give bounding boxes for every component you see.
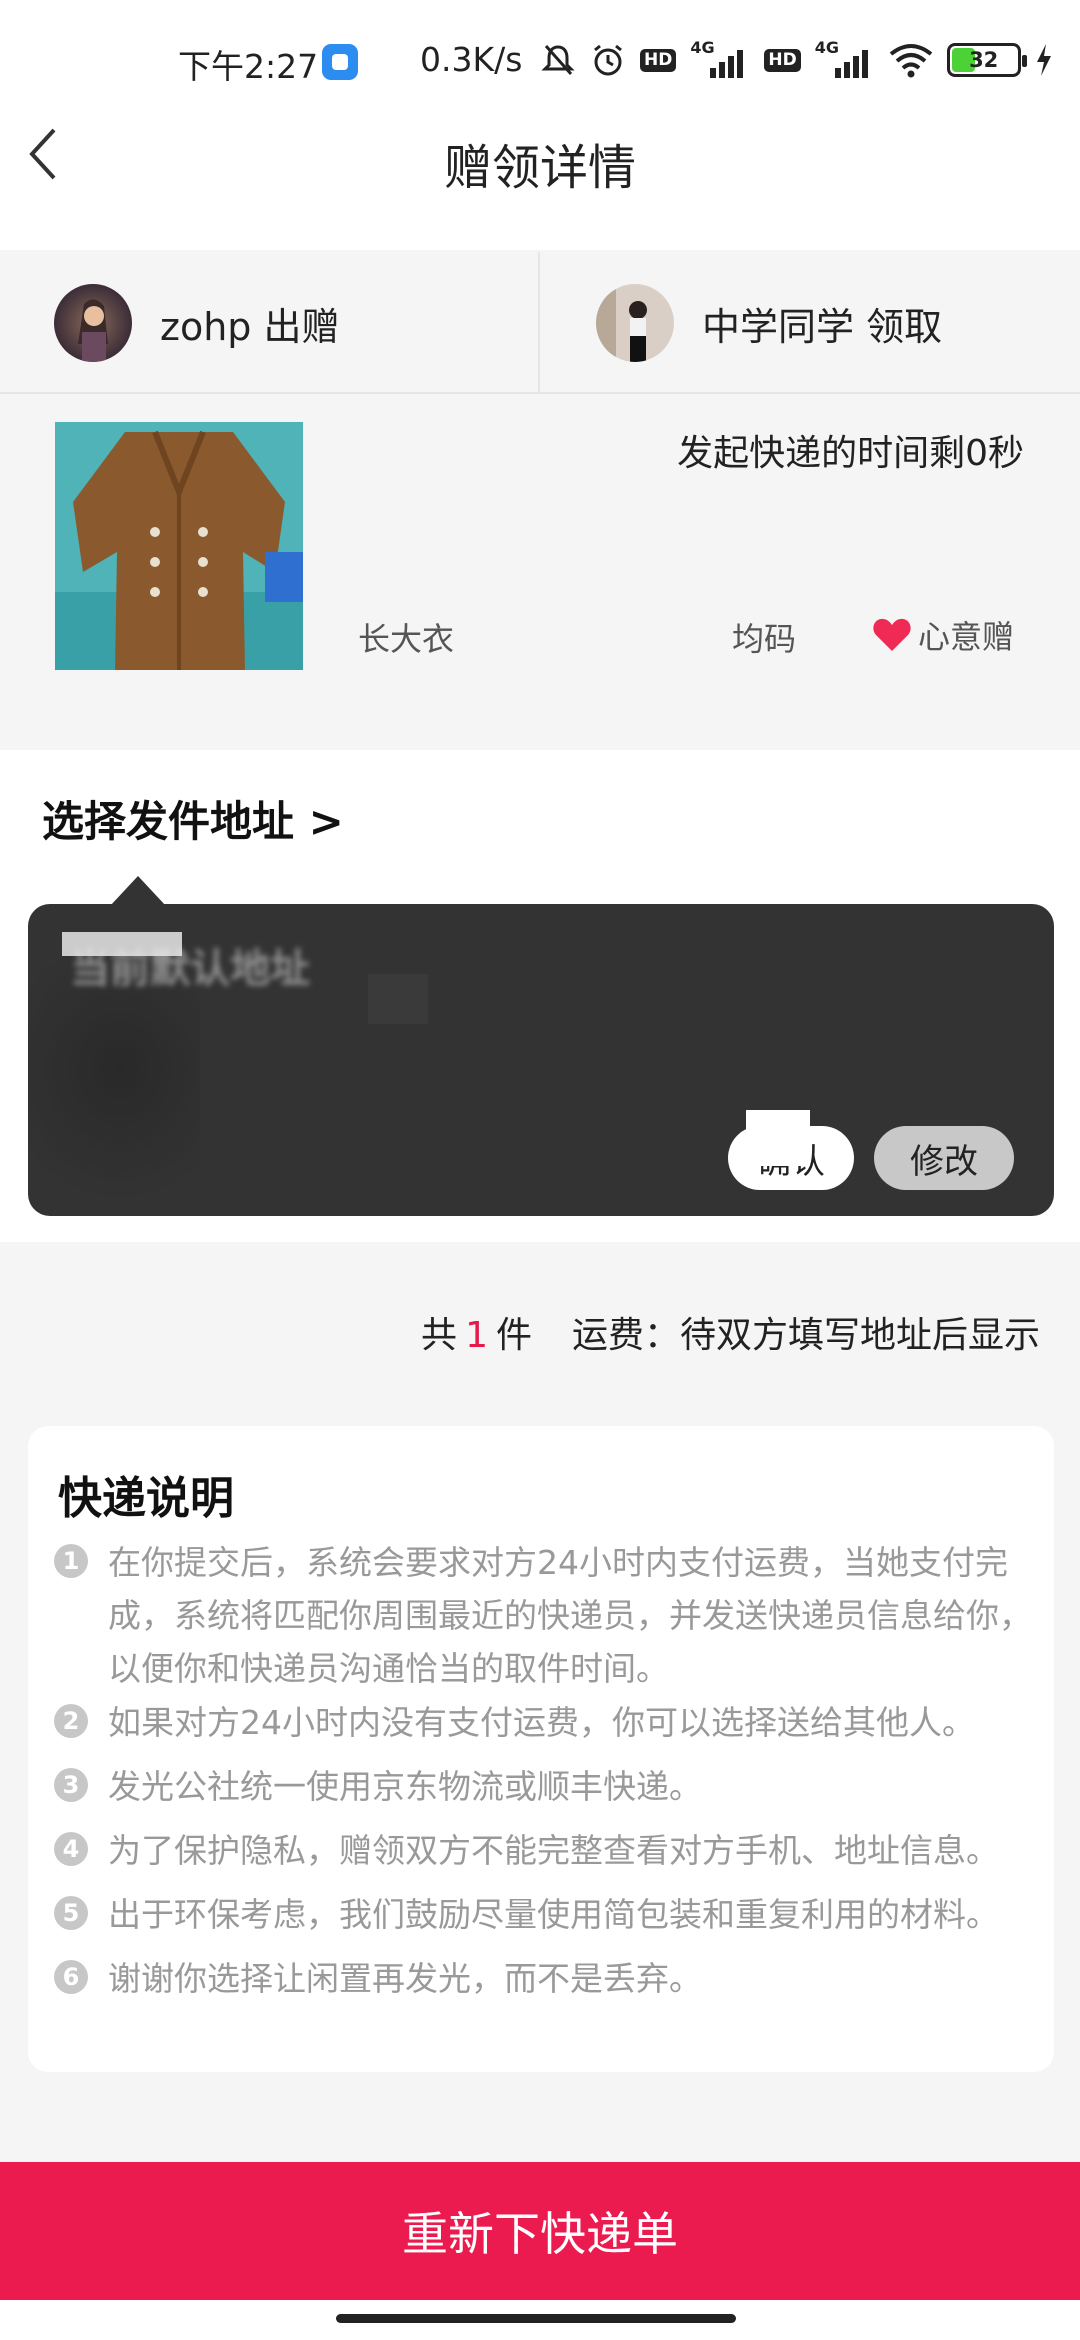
note-number: 5 (54, 1896, 88, 1930)
note-text: 出于环保考虑，我们鼓励尽量使用简包装和重复利用的材料。 (108, 1895, 999, 1934)
charging-icon (1036, 44, 1051, 76)
note-text: 发光公社统一使用京东物流或顺丰快递。 (108, 1767, 702, 1806)
users-row: zohp 出赠 中学同学 领取 (0, 252, 1080, 394)
status-icons: HD 4G HD 4G 32 (540, 36, 1053, 84)
note-item: 5 出于环保考虑，我们鼓励尽量使用简包装和重复利用的材料。 (54, 1888, 1054, 1941)
note-number: 2 (54, 1704, 88, 1738)
note-text: 在你提交后，系统会要求对方24小时内支付运费，当她支付完成，系统将匹配你周围最近… (108, 1543, 1032, 1688)
redaction-block-2 (368, 974, 428, 1024)
wifi-icon (889, 44, 932, 78)
tooltip-arrow (110, 876, 166, 906)
battery-icon: 32 (946, 43, 1027, 77)
address-panel: 选择发件地址 > 当前默认地址 确认 修改 (0, 750, 1080, 1242)
default-address-tooltip: 当前默认地址 确认 修改 (28, 904, 1054, 1216)
signal-icon-2: 4G (815, 38, 875, 78)
note-item: 3 发光公社统一使用京东物流或顺丰快递。 (54, 1760, 1054, 1813)
battery-level: 32 (969, 48, 999, 72)
giver-name: zohp 出赠 (160, 304, 340, 349)
home-indicator[interactable] (336, 2314, 736, 2323)
note-number: 3 (54, 1768, 88, 1802)
note-text: 为了保护隐私，赠领双方不能完整查看对方手机、地址信息。 (108, 1831, 999, 1870)
shipping-notes-card: 快递说明 1 在你提交后，系统会要求对方24小时内支付运费，当她支付完成，系统将… (28, 1426, 1054, 2072)
note-text: 谢谢你选择让闲置再发光，而不是丢弃。 (108, 1959, 702, 1998)
select-address-link[interactable]: 选择发件地址 > (42, 788, 344, 849)
count-suffix: 件 (495, 1315, 532, 1356)
users-divider (538, 252, 540, 394)
hd-badge-2: HD (764, 48, 801, 72)
status-time: 下午2:27 (178, 47, 319, 86)
network-speed: 0.3K/s (420, 40, 523, 79)
receiver-name: 中学同学 领取 (702, 304, 943, 349)
item-area: 发起快递的时间剩0秒 长大衣 均码 心意赠 (0, 394, 1080, 750)
app-notification-icon (322, 44, 358, 80)
note-item: 2 如果对方24小时内没有支付运费，你可以选择送给其他人。 (54, 1696, 1054, 1749)
shipping-countdown: 发起快递的时间剩0秒 (677, 433, 1024, 474)
modify-button[interactable]: 修改 (874, 1126, 1014, 1190)
redaction-block-3 (746, 1110, 810, 1166)
item-count: 1 (465, 1315, 488, 1356)
gift-type-label: 心意赠 (918, 618, 1015, 656)
receiver-cell[interactable]: 中学同学 领取 (596, 252, 942, 394)
note-number: 1 (54, 1544, 88, 1578)
status-bar: 下午2:27 0.3K/s HD 4G HD 4G 32 (0, 0, 1080, 120)
hd-badge: HD (640, 48, 677, 72)
alarm-icon (594, 44, 622, 76)
count-prefix: 共 (421, 1315, 458, 1356)
note-item: 1 在你提交后，系统会要求对方24小时内支付运费，当她支付完成，系统将匹配你周围… (54, 1536, 1054, 1695)
note-number: 4 (54, 1832, 88, 1866)
note-item: 6 谢谢你选择让闲置再发光，而不是丢弃。 (54, 1952, 1054, 2005)
heart-icon (873, 618, 911, 651)
item-photo[interactable] (55, 422, 303, 670)
page-title: 赠领详情 (443, 140, 636, 196)
gift-type: 心意赠 (872, 612, 1014, 658)
order-summary: 共 1 件运费：待双方填写地址后显示 (421, 1306, 1040, 1358)
receiver-avatar (596, 284, 674, 362)
giver-cell[interactable]: zohp 出赠 (54, 252, 339, 394)
item-size: 均码 (732, 620, 797, 658)
reorder-shipping-button[interactable]: 重新下快递单 (0, 2162, 1080, 2300)
note-text: 如果对方24小时内没有支付运费，你可以选择送给其他人。 (108, 1703, 975, 1742)
giver-avatar (54, 284, 132, 362)
item-name: 长大衣 (358, 620, 455, 658)
note-item: 4 为了保护隐私，赠领双方不能完整查看对方手机、地址信息。 (54, 1824, 1054, 1877)
shipping-fee-text: 运费：待双方填写地址后显示 (571, 1315, 1040, 1356)
notes-title: 快递说明 (58, 1473, 234, 1524)
signal-icon: 4G (690, 38, 750, 78)
redaction-block (62, 932, 182, 956)
bell-muted-icon (541, 45, 575, 75)
note-number: 6 (54, 1960, 88, 1994)
